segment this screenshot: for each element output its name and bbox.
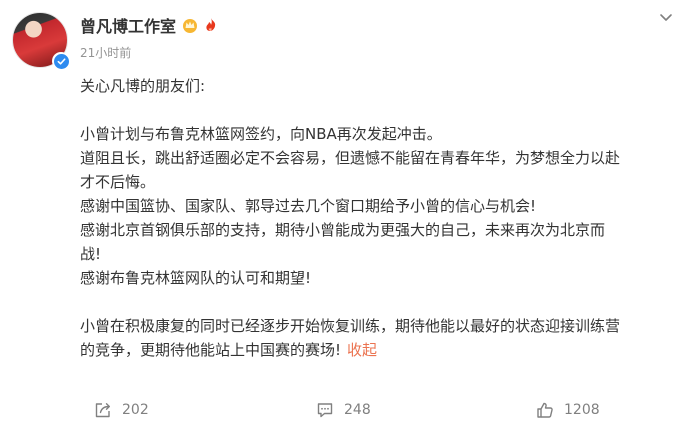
- like-button[interactable]: 1208: [536, 398, 600, 422]
- chevron-down-icon[interactable]: [656, 10, 676, 26]
- thumbs-up-icon: [537, 402, 553, 418]
- post-paragraph-text: 的竞争，更期待他能站上中国赛的赛场!: [80, 341, 342, 359]
- post-content: 关心凡博的朋友们: 小曾计划与布鲁克林篮网签约，向NBA再次发起冲击。 道阻且长…: [80, 74, 680, 362]
- post-paragraph: [80, 290, 680, 314]
- comment-button[interactable]: 248: [316, 398, 371, 422]
- comment-count: 248: [344, 402, 371, 418]
- post-paragraph: 小曾计划与布鲁克林篮网签约，向NBA再次发起冲击。: [80, 125, 442, 143]
- post-paragraph: 关心凡博的朋友们:: [80, 77, 206, 95]
- repost-icon: [95, 403, 110, 418]
- post-paragraph: [80, 98, 680, 122]
- post-paragraph: 战!: [80, 245, 102, 263]
- post-timestamp[interactable]: 21小时前: [80, 44, 131, 61]
- repost-button[interactable]: 202: [94, 398, 149, 422]
- avatar-container[interactable]: [12, 12, 70, 70]
- post-paragraph: 才不后悔。: [80, 173, 156, 191]
- flame-icon: [206, 18, 216, 31]
- author-row: 曾凡博工作室: [80, 14, 218, 36]
- repost-count: 202: [122, 402, 149, 418]
- weibo-post-card: 曾凡博工作室 21小时前 关心凡博的朋友们: 小曾计划与布鲁克林篮网签约，向NB…: [0, 0, 692, 429]
- collapse-link[interactable]: 收起: [347, 341, 377, 359]
- author-name[interactable]: 曾凡博工作室: [80, 13, 176, 37]
- post-paragraph: 感谢中国篮协、国家队、郭导过去几个窗口期给予小曾的信心与机会!: [80, 197, 537, 215]
- post-paragraph: 感谢布鲁克林篮网队的认可和期望!: [80, 269, 312, 287]
- post-paragraph: 感谢北京首钢俱乐部的支持，期待小曾能成为更强大的自己，未来再次为北京而: [80, 221, 606, 239]
- post-paragraph: 小曾在积极康复的同时已经逐步开始恢复训练，期待他能以最好的状态迎接训练营: [80, 317, 621, 335]
- crown-icon: [183, 19, 198, 33]
- post-paragraph-last: 的竞争，更期待他能站上中国赛的赛场! 收起: [80, 338, 680, 362]
- action-bar: 202 248 1208: [80, 398, 680, 422]
- verified-badge-icon: [52, 52, 70, 70]
- comment-icon: [317, 403, 333, 418]
- post-paragraph: 道阻且长，跳出舒适圈必定不会容易，但遗憾不能留在青春年华，为梦想全力以赴: [80, 149, 621, 167]
- like-count: 1208: [564, 402, 600, 418]
